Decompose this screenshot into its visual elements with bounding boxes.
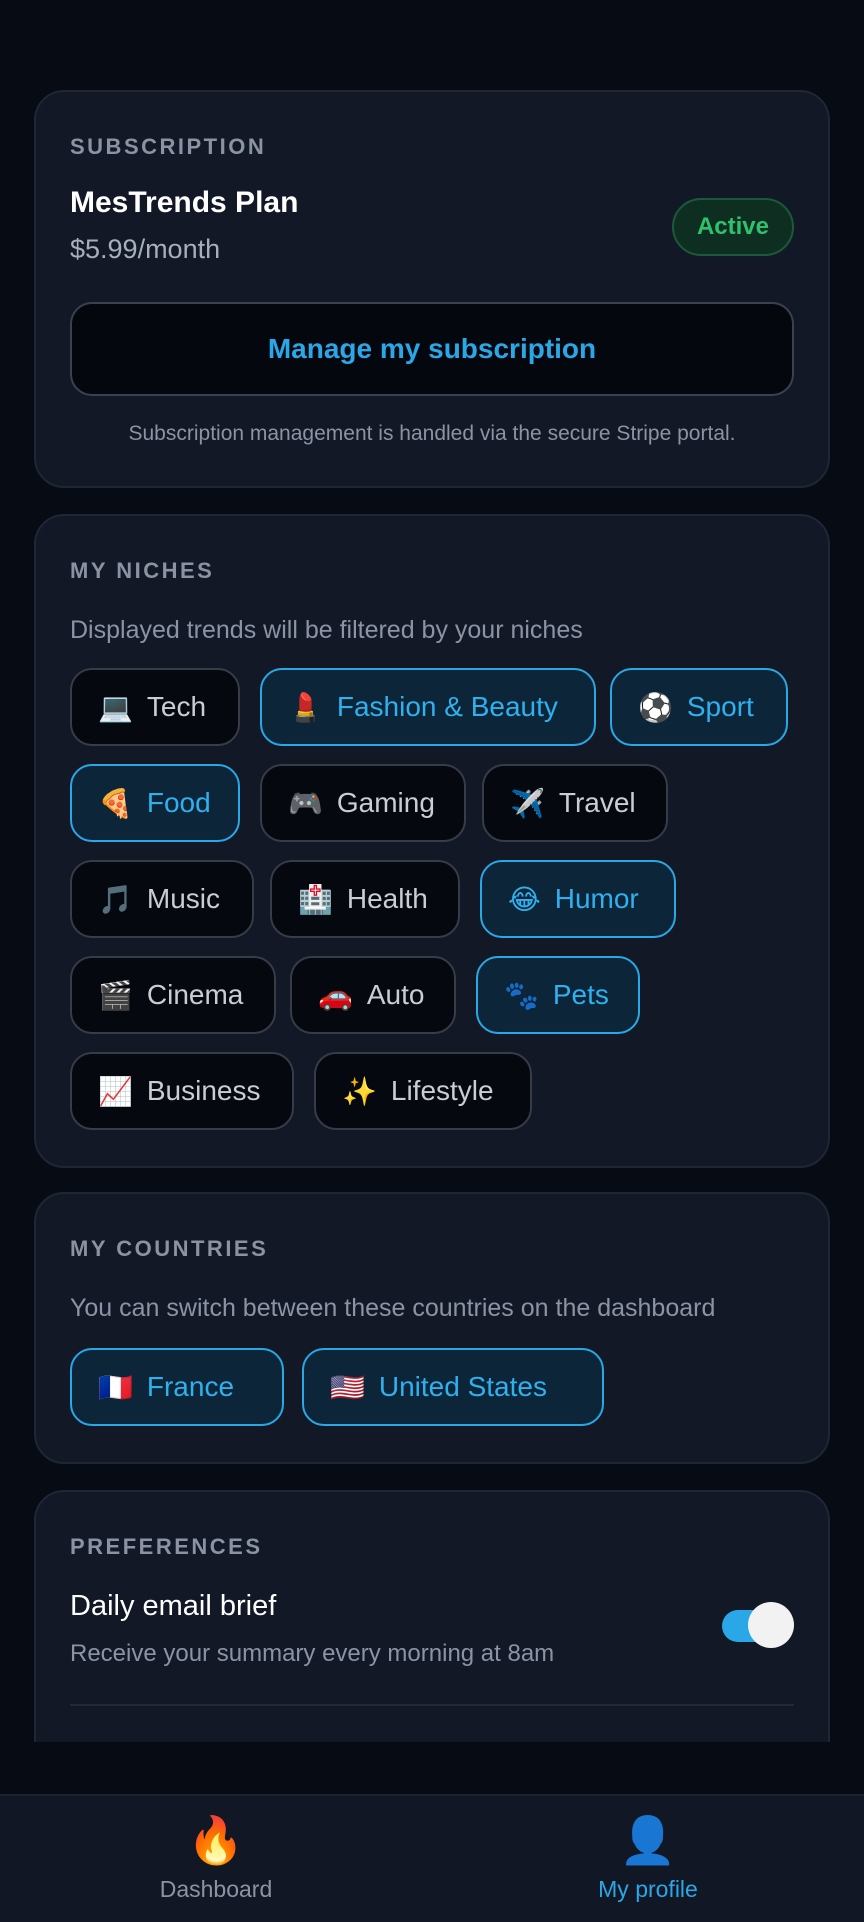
country-chip-label: United States — [378, 1371, 547, 1402]
niche-chip-label: Food — [146, 787, 211, 818]
nav-dashboard-label: Dashboard — [159, 1876, 273, 1902]
nav-dashboard[interactable]: 🔥 Dashboard — [66, 1814, 366, 1903]
daily-email-toggle[interactable] — [722, 1602, 794, 1648]
country-chip-united-states[interactable]: 🇺🇸 United States — [302, 1348, 604, 1426]
niche-chip-label: Health — [346, 883, 428, 914]
hospital-icon: 🏥 — [298, 882, 333, 916]
country-chip-france[interactable]: 🇫🇷 France — [70, 1348, 284, 1426]
bottom-nav: 🔥 Dashboard 👤 My profile — [0, 1794, 864, 1922]
plan-price: $5.99/month — [70, 234, 221, 264]
gamepad-icon: 🎮 — [288, 786, 323, 820]
country-chip-label: France — [146, 1371, 235, 1402]
niche-chip-music[interactable]: 🎵 Music — [70, 860, 254, 938]
niche-chip-label: Tech — [146, 691, 207, 722]
laptop-icon: 💻 — [98, 690, 133, 724]
niche-chip-label: Humor — [554, 883, 639, 914]
preferences-card: PREFERENCES Daily email brief Receive yo… — [34, 1490, 830, 1742]
preferences-section-title: PREFERENCES — [70, 1534, 263, 1559]
soccer-ball-icon: ⚽ — [638, 690, 673, 724]
lipstick-icon: 💄 — [288, 690, 323, 724]
niches-description: Displayed trends will be filtered by you… — [70, 616, 583, 644]
niche-chip-humor[interactable]: 😂 Humor — [480, 860, 676, 938]
nav-my-profile[interactable]: 👤 My profile — [498, 1814, 798, 1903]
music-note-icon: 🎵 — [98, 882, 133, 916]
countries-card: MY COUNTRIES You can switch between thes… — [34, 1192, 830, 1464]
niche-chip-auto[interactable]: 🚗 Auto — [290, 956, 456, 1034]
daily-email-subtitle: Receive your summary every morning at 8a… — [70, 1640, 555, 1667]
niche-chip-sport[interactable]: ⚽ Sport — [610, 668, 788, 746]
niches-section-title: MY NICHES — [70, 558, 215, 583]
niche-chip-fashion-beauty[interactable]: 💄 Fashion & Beauty — [260, 668, 596, 746]
user-icon: 👤 — [619, 1813, 677, 1867]
niches-card: MY NICHES Displayed trends will be filte… — [34, 514, 830, 1168]
niche-chip-label: Lifestyle — [390, 1075, 494, 1106]
plan-name: MesTrends Plan — [70, 186, 299, 219]
profile-scroll-area[interactable]: SUBSCRIPTION MesTrends Plan $5.99/month … — [0, 0, 864, 1742]
niche-chip-label: Fashion & Beauty — [336, 691, 558, 722]
fire-icon: 🔥 — [187, 1813, 245, 1867]
niche-chip-cinema[interactable]: 🎬 Cinema — [70, 956, 276, 1034]
niche-chip-pets[interactable]: 🐾 Pets — [476, 956, 640, 1034]
niche-chip-travel[interactable]: ✈️ Travel — [482, 764, 668, 842]
niche-chip-label: Auto — [366, 979, 425, 1010]
niche-chip-label: Sport — [686, 691, 754, 722]
paw-icon: 🐾 — [504, 978, 539, 1012]
countries-section-title: MY COUNTRIES — [70, 1236, 269, 1261]
niche-chip-gaming[interactable]: 🎮 Gaming — [260, 764, 466, 842]
laughing-face-icon: 😂 — [508, 882, 541, 916]
clapperboard-icon: 🎬 — [98, 978, 133, 1012]
subscription-card: SUBSCRIPTION MesTrends Plan $5.99/month … — [34, 90, 830, 488]
stripe-note: Subscription management is handled via t… — [128, 422, 736, 445]
niche-chip-health[interactable]: 🏥 Health — [270, 860, 460, 938]
airplane-icon: ✈️ — [510, 786, 545, 820]
niche-chip-label: Music — [146, 883, 220, 914]
countries-description: You can switch between these countries o… — [70, 1294, 716, 1322]
france-flag-icon: 🇫🇷 — [98, 1370, 133, 1404]
niche-chip-tech[interactable]: 💻 Tech — [70, 668, 240, 746]
niche-chip-label: Travel — [558, 787, 636, 818]
subscription-section-title: SUBSCRIPTION — [70, 134, 267, 159]
niche-chip-label: Business — [146, 1075, 261, 1106]
car-icon: 🚗 — [318, 978, 353, 1012]
daily-email-title: Daily email brief — [70, 1590, 277, 1622]
niche-chip-label: Pets — [552, 979, 609, 1010]
niche-chip-business[interactable]: 📈 Business — [70, 1052, 294, 1130]
chart-icon: 📈 — [98, 1074, 133, 1108]
niche-chip-label: Cinema — [146, 979, 244, 1010]
pizza-icon: 🍕 — [98, 786, 133, 820]
niche-chip-lifestyle[interactable]: ✨ Lifestyle — [314, 1052, 532, 1130]
nav-my-profile-label: My profile — [598, 1876, 698, 1902]
us-flag-icon: 🇺🇸 — [330, 1370, 365, 1404]
divider — [70, 1704, 794, 1706]
manage-subscription-button[interactable]: Manage my subscription — [70, 302, 794, 396]
status-badge: Active — [672, 198, 794, 256]
niche-chip-label: Gaming — [336, 787, 435, 818]
toggle-knob — [748, 1602, 794, 1648]
niche-chip-food[interactable]: 🍕 Food — [70, 764, 240, 842]
sparkles-icon: ✨ — [342, 1074, 377, 1108]
